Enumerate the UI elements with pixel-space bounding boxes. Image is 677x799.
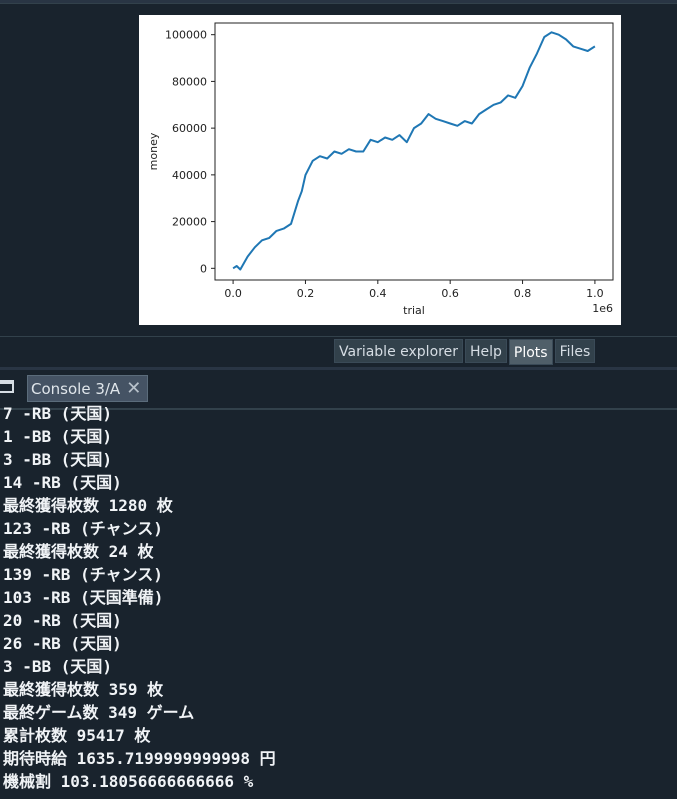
console-line: 1 -BB (天国) (3, 427, 113, 446)
y-tick-label: 80000 (172, 75, 207, 88)
plots-pane: 0.0 0.2 0.4 0.6 0.8 1.0 0 20000 40000 60000 80000 1… (0, 4, 677, 335)
console-line: 20 -RB (天国) (3, 611, 122, 630)
x-tick-label: 0.2 (297, 287, 315, 300)
divider (0, 336, 677, 337)
console-line: 累計枚数 95417 枚 (3, 726, 151, 745)
console-line: 139 -RB (チャンス) (3, 565, 163, 584)
y-axis-label: money (147, 132, 160, 170)
money-vs-trial-line-chart: 0.0 0.2 0.4 0.6 0.8 1.0 0 20000 40000 60000 80000 1… (147, 22, 614, 317)
console-line: 3 -BB (天国) (3, 450, 113, 469)
console-line: 26 -RB (天国) (3, 634, 122, 653)
y-tick-label: 0 (200, 262, 207, 275)
plot-frame (214, 22, 614, 281)
close-icon[interactable]: ✕ (126, 379, 141, 398)
tab-help[interactable]: Help (464, 339, 507, 363)
console-tab-label: Console 3/A (31, 379, 121, 398)
money-series-line (232, 31, 596, 271)
y-tick-label: 40000 (172, 169, 207, 182)
console-line: 期待時給 1635.7199999999998 円 (3, 749, 276, 768)
plot-figure[interactable]: 0.0 0.2 0.4 0.6 0.8 1.0 0 20000 40000 60000 80000 1… (139, 15, 621, 325)
console-line: 103 -RB (天国準備) (3, 588, 164, 607)
console-tab[interactable]: Console 3/A ✕ (27, 375, 149, 402)
console-line: 最終獲得枚数 1280 枚 (3, 496, 173, 515)
y-tick-label: 20000 (172, 216, 207, 229)
tab-variable-explorer[interactable]: Variable explorer (334, 339, 463, 363)
x-tick-label: 0.6 (441, 287, 459, 300)
pane-tab-bar: Variable explorer Help Plots Files (334, 339, 596, 365)
console-line: 機械割 103.18056666666666 % (3, 772, 254, 791)
x-tick-label: 0.0 (224, 287, 242, 300)
window-icon[interactable] (0, 380, 14, 393)
x-tick-label: 1.0 (586, 287, 604, 300)
x-tick-label: 0.8 (514, 287, 532, 300)
console-line: 最終ゲーム数 349 ゲーム (3, 703, 195, 722)
console-line: 3 -BB (天国) (3, 657, 113, 676)
y-tick-label: 60000 (172, 122, 207, 135)
console-line: 123 -RB (チャンス) (3, 519, 163, 538)
console-line: 14 -RB (天国) (3, 473, 122, 492)
x-offset-label: 1e6 (592, 302, 613, 315)
console-output[interactable]: 7 -RB (天国) 1 -BB (天国) 3 -BB (天国) 14 -RB (天国… (0, 402, 677, 799)
console-line: 最終獲得枚数 24 枚 (3, 542, 154, 561)
console-line: 最終獲得枚数 359 枚 (3, 680, 164, 699)
tab-files[interactable]: Files (554, 339, 596, 363)
x-tick-label: 0.4 (369, 287, 387, 300)
y-tick-label: 100000 (165, 29, 207, 42)
tab-plots[interactable]: Plots (508, 339, 553, 365)
console-line: 7 -RB (天国) (3, 404, 113, 423)
x-axis-label: trial (403, 304, 425, 317)
